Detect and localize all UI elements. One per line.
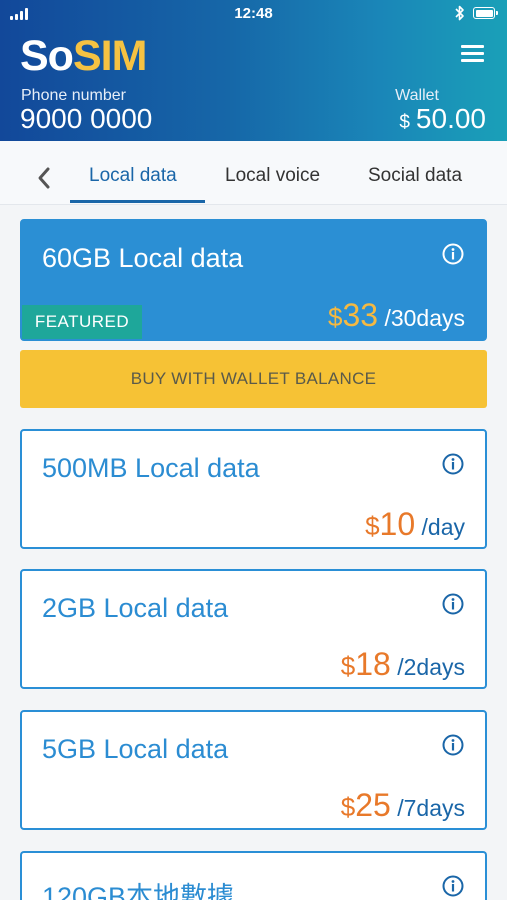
bluetooth-icon: [455, 5, 464, 21]
info-icon[interactable]: [442, 453, 464, 475]
plan-price: $10 /day: [365, 506, 465, 542]
wallet-currency: $: [399, 112, 410, 133]
featured-badge: FEATURED: [22, 305, 142, 339]
menu-icon[interactable]: [461, 45, 484, 63]
status-time: 12:48: [234, 5, 273, 22]
status-bar: 12:48: [0, 0, 507, 28]
tab-local-voice[interactable]: Local voice: [225, 165, 320, 187]
battery-icon: [473, 7, 498, 19]
info-icon[interactable]: [442, 875, 464, 897]
chevron-left-icon[interactable]: [36, 166, 52, 190]
plan-card[interactable]: 500MB Local data $10 /day: [20, 429, 487, 549]
plan-price: $33 /30days: [327, 297, 465, 333]
tab-social-data[interactable]: Social data: [368, 165, 462, 187]
category-tabs: Local data Local voice Social data: [0, 141, 507, 205]
plan-title: 500MB Local data: [42, 453, 260, 483]
featured-plan-card[interactable]: 60GB Local data FEATURED $33 /30days: [20, 219, 487, 341]
plan-card[interactable]: 5GB Local data $25 /7days: [20, 710, 487, 830]
wallet-balance: $50.00: [399, 103, 486, 135]
plan-price: $18 /2days: [340, 646, 465, 682]
plan-title: 2GB Local data: [42, 593, 229, 623]
info-icon[interactable]: [442, 734, 464, 756]
buy-with-wallet-button[interactable]: BUY WITH WALLET BALANCE: [20, 350, 487, 408]
plan-card[interactable]: 120GB本地數據: [20, 851, 487, 900]
phone-number: 9000 0000: [20, 103, 153, 134]
app-logo: SoSIM: [20, 32, 147, 80]
wallet-amount: 50.00: [415, 103, 486, 134]
plan-title: 60GB Local data: [42, 243, 244, 273]
plan-title: 5GB Local data: [42, 734, 229, 764]
plan-card[interactable]: 2GB Local data $18 /2days: [20, 569, 487, 689]
info-icon[interactable]: [442, 243, 464, 265]
plan-title: 120GB本地數據: [42, 882, 235, 900]
tab-local-data[interactable]: Local data: [89, 165, 177, 187]
app-header: 12:48 SoSIM Phone number 9000 0000 Walle…: [0, 0, 507, 141]
active-tab-indicator: [70, 200, 205, 203]
info-icon[interactable]: [442, 593, 464, 615]
plan-price: $25 /7days: [340, 787, 465, 823]
